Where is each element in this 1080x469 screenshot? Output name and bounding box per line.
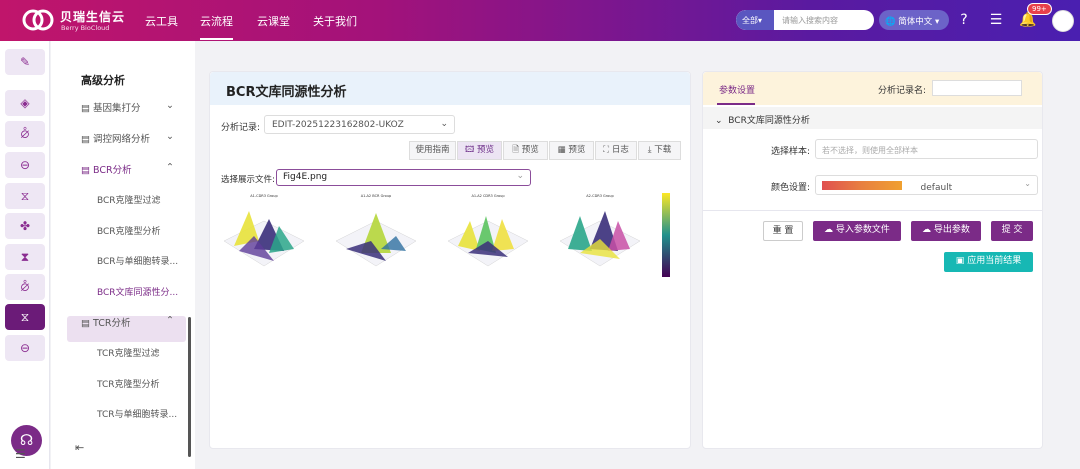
search-input[interactable]: 请输入搜索内容 (782, 15, 838, 26)
brand-sub: Berry BioCloud (61, 24, 110, 32)
notification-badge: 99+ (1027, 3, 1052, 15)
rail-wrench-icon[interactable]: ✎ (5, 49, 45, 75)
main-panel: BCR文库同源性分析 分析记录: EDIT-20251223162802-UKO… (209, 71, 691, 449)
guide-button[interactable]: 使用指南 (409, 141, 456, 160)
record-name-label: 分析记录名: (878, 86, 927, 96)
tab-underline (717, 103, 755, 105)
plot-2-title: A1-A2 BCR Group (361, 194, 392, 198)
rail-cluster-icon[interactable]: ✤ (5, 213, 45, 239)
collapse-icon[interactable]: ⇤ (75, 441, 84, 454)
nav-about[interactable]: 关于我们 (313, 13, 357, 29)
divider (703, 210, 1042, 211)
import-params-button[interactable]: ☁ 导入参数文件 (813, 221, 901, 241)
section-header[interactable]: ⌄ BCR文库同源性分析 (703, 107, 1042, 129)
plot-4: A2-CDR3 Group (559, 194, 641, 267)
chevron-up-icon[interactable]: ⌃ (166, 315, 174, 326)
logo-icon (22, 9, 54, 31)
sidebar-item-tcr[interactable]: ▤ TCR分析 (81, 315, 130, 329)
cloud-upload-icon: ☁ (824, 225, 834, 235)
apply-icon: ▣ (955, 256, 965, 266)
left-rail: ✎ ◈ ⦲ ⊖ ⧖ ✤ ⧗ ⦲ ⧖ ⊖ ☊ ☰ (0, 41, 50, 469)
chevron-down-icon: ⌄ (715, 116, 723, 126)
list-icon[interactable]: ☰ (987, 11, 1005, 29)
rail-circle-icon[interactable]: ⊖ (5, 152, 45, 178)
sidebar-item-bcr[interactable]: ▤ BCR分析 (81, 162, 132, 176)
search-scope[interactable]: 全部▾ (736, 10, 774, 30)
sidebar-item-tcr-filter[interactable]: TCR克隆型过滤 (97, 346, 160, 359)
color-swatch (822, 181, 902, 190)
rail-helix-icon[interactable]: ⧖ (5, 183, 45, 209)
color-select[interactable]: default ⌄ (815, 175, 1038, 195)
params-header: 参数设置 分析记录名: (703, 72, 1042, 105)
sidebar-item-bcr-clonotype[interactable]: BCR克隆型分析 (97, 224, 161, 237)
plot-4-title: A2-CDR3 Group (586, 194, 614, 198)
brand-name: 贝瑞生信云 (60, 10, 126, 24)
log-button[interactable]: ⛶ 日志 (595, 141, 637, 160)
plot-3: A1-A2 CDR3 Group (447, 194, 529, 267)
file-label: 选择展示文件: (221, 175, 275, 185)
download-button[interactable]: ⤓ 下载 (638, 141, 681, 160)
sidebar-item-geneset[interactable]: ▤ 基因集打分 (81, 100, 141, 114)
top-bar: 贝瑞生信云 Berry BioCloud 云工具 云流程 云课堂 关于我们 全部… (0, 0, 1080, 41)
preview-table-button[interactable]: ▦ 预览 (549, 141, 594, 160)
file-select[interactable]: Fig4E.png ⌄ (276, 169, 531, 186)
color-scale (662, 193, 670, 277)
sidebar-item-network[interactable]: ▤ 调控网络分析 (81, 131, 150, 145)
rail-hourglass-icon[interactable]: ⧗ (5, 244, 45, 270)
sample-input[interactable]: 若不选择，则使用全部样本 (815, 139, 1038, 159)
chevron-down-icon: ⌄ (440, 119, 448, 129)
avatar[interactable] (1052, 10, 1074, 32)
chevron-down-icon: ⌄ (516, 171, 524, 181)
sidebar-title: 高级分析 (81, 74, 125, 87)
record-label: 分析记录: (221, 123, 261, 133)
tab-params[interactable]: 参数设置 (719, 83, 755, 96)
rail-dna-icon[interactable]: ⦲ (5, 121, 45, 147)
plot-1-title: A1-CDR3 Group (250, 194, 278, 198)
sidebar-item-bcr-scrna[interactable]: BCR与单细胞转录... (97, 254, 178, 267)
apply-result-button[interactable]: ▣ 应用当前结果 (944, 252, 1033, 272)
chevron-down-icon: ⌄ (1024, 179, 1031, 188)
rail-circle2-icon[interactable]: ⊖ (5, 335, 45, 361)
nav-courses[interactable]: 云课堂 (257, 13, 290, 29)
record-name-input[interactable] (932, 80, 1022, 96)
nav-tools[interactable]: 云工具 (145, 13, 178, 29)
help-icon[interactable]: ? (955, 11, 973, 29)
params-panel: 参数设置 分析记录名: ⌄ BCR文库同源性分析 选择样本: 若不选择，则使用全… (702, 71, 1043, 449)
sidebar-item-tcr-scrna[interactable]: TCR与单细胞转录... (97, 407, 177, 420)
record-select[interactable]: EDIT-20251223162802-UKOZ ⌄ (264, 115, 455, 134)
sidebar: 高级分析 ▤ 基因集打分 ⌄ ▤ 调控网络分析 ⌄ ▤ BCR分析 ⌃ BCR克… (51, 41, 195, 469)
sidebar-item-tcr-clonotype[interactable]: TCR克隆型分析 (97, 377, 160, 390)
reset-button[interactable]: 重 置 (763, 221, 803, 241)
sample-label: 选择样本: (771, 147, 811, 157)
color-label: 颜色设置: (771, 183, 811, 193)
cloud-download-icon: ☁ (922, 225, 932, 235)
submit-button[interactable]: 提 交 (991, 221, 1033, 241)
nav-pipeline[interactable]: 云流程 (200, 13, 233, 40)
page-title: BCR文库同源性分析 (226, 85, 347, 100)
rail-tag-icon[interactable]: ◈ (5, 90, 45, 116)
language-select[interactable]: 🌐 简体中文 ▾ (879, 10, 949, 30)
preview-doc-button[interactable]: 🗎 预览 (503, 141, 548, 160)
menu-toggle-icon[interactable]: ☰ (15, 447, 26, 461)
rail-bcr-icon[interactable]: ⧖ (5, 304, 45, 330)
plot-2: A1-A2 BCR Group (335, 194, 417, 267)
preview-image-button[interactable]: 🖾 预览 (457, 141, 502, 160)
sidebar-item-bcr-homology[interactable]: BCR文库同源性分... (97, 285, 178, 298)
export-params-button[interactable]: ☁ 导出参数 (911, 221, 981, 241)
plot-3-title: A1-A2 CDR3 Group (471, 194, 505, 198)
search-box[interactable]: 全部▾ 请输入搜索内容 (736, 10, 874, 30)
plot-1: A1-CDR3 Group (223, 194, 305, 267)
language-label: 简体中文 ▾ (898, 17, 940, 27)
figure-preview: A1-CDR3 Group A1-A2 BCR Group A1-A2 CDR3… (223, 193, 670, 277)
sidebar-scrollbar[interactable] (188, 317, 191, 457)
chevron-down-icon[interactable]: ⌄ (166, 100, 174, 111)
main-header: BCR文库同源性分析 (210, 72, 690, 105)
chevron-up-icon[interactable]: ⌃ (166, 162, 174, 173)
chevron-down-icon[interactable]: ⌄ (166, 131, 174, 142)
rail-dna2-icon[interactable]: ⦲ (5, 274, 45, 300)
sidebar-item-bcr-filter[interactable]: BCR克隆型过滤 (97, 193, 161, 206)
